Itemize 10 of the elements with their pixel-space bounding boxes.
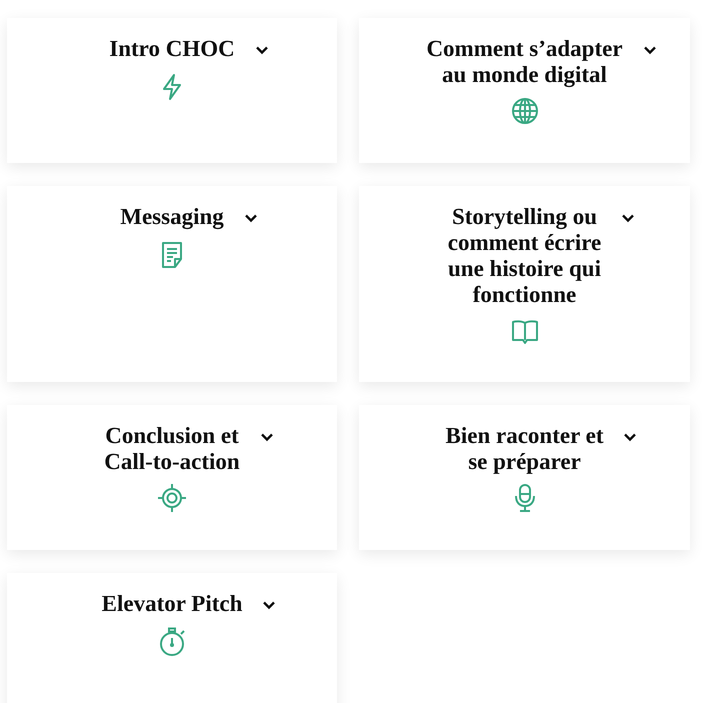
target-icon [157,483,187,513]
section-title[interactable]: Messaging [120,204,224,230]
section-title[interactable]: Elevator Pitch [102,591,242,617]
section-title[interactable]: Storytelling ou comment écrire une histoire qui fonctionne [448,204,602,308]
section-title[interactable]: Intro CHOC [109,36,235,62]
section-title[interactable]: Bien raconter et se préparer [446,423,604,475]
stopwatch-icon [157,627,187,657]
globe-icon [510,96,540,126]
section-title[interactable]: Conclusion et Call-to-action [104,423,240,475]
section-title[interactable]: Comment s’adapter au monde digital [426,36,623,88]
